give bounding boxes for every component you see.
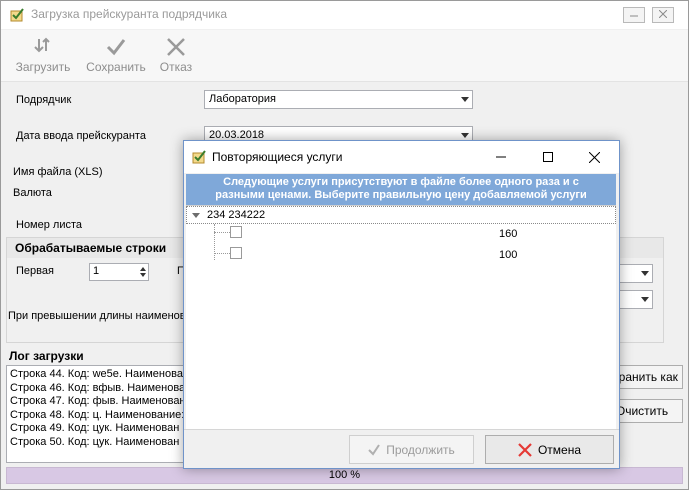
app-icon	[192, 150, 206, 164]
dialog-footer: Продолжить Отмена	[184, 429, 619, 468]
chevron-down-icon	[461, 133, 469, 138]
cancel-button[interactable]: Отмена	[485, 435, 614, 464]
banner-line-2: разными ценами. Выберите правильную цену…	[215, 189, 587, 201]
dialog-close-button[interactable]	[579, 147, 609, 167]
dialog-banner: Следующие услуги присутствуют в файле бо…	[186, 174, 616, 205]
log-title: Лог загрузки	[9, 349, 84, 363]
dialog-title: Повторяющиеся услуги	[212, 150, 343, 164]
chevron-down-icon	[641, 271, 649, 276]
close-icon	[588, 151, 600, 163]
first-row-stepper[interactable]: 1	[89, 263, 149, 281]
save-label: Сохранить	[86, 60, 146, 74]
checkmark-icon	[368, 443, 381, 456]
stepper-up-icon[interactable]	[140, 267, 146, 271]
dialog-minimize-button[interactable]	[486, 147, 516, 167]
cancel-toolbar-button[interactable]: Отказ	[157, 34, 195, 74]
tree-connector	[214, 224, 215, 260]
continue-label: Продолжить	[386, 442, 455, 457]
tree-group-name: 234 234222	[207, 209, 266, 221]
first-row-label: Первая	[16, 265, 54, 277]
progress-label: 100 %	[328, 469, 361, 481]
minimize-button[interactable]	[623, 7, 645, 23]
cross-icon	[167, 38, 185, 56]
banner-line-1: Следующие услуги присутствуют в файле бо…	[223, 176, 579, 188]
price-checkbox-2[interactable]	[230, 247, 242, 259]
load-button[interactable]: Загрузить	[13, 34, 73, 74]
stepper-down-icon[interactable]	[140, 273, 146, 277]
checkmark-icon	[106, 39, 126, 56]
contractor-label: Подрядчик	[16, 94, 72, 106]
duplicate-services-dialog: Повторяющиеся услуги Следующие услуги пр…	[183, 140, 620, 469]
first-row-value: 1	[93, 265, 100, 277]
tree-connector	[214, 232, 230, 233]
minimize-icon	[496, 156, 506, 158]
load-label: Загрузить	[15, 60, 71, 74]
close-icon	[658, 9, 668, 19]
date-label: Дата ввода прейскуранта	[16, 130, 146, 142]
cancel-icon	[518, 442, 532, 457]
contractor-value: Лаборатория	[209, 93, 276, 105]
clear-log-label: Очистить	[615, 404, 669, 418]
minimize-icon	[630, 15, 638, 17]
contractor-select[interactable]: Лаборатория	[204, 90, 473, 109]
chevron-down-icon	[461, 97, 469, 102]
dialog-titlebar: Повторяющиеся услуги	[184, 141, 619, 173]
price-value-2: 100	[499, 249, 518, 261]
tree-connector	[214, 253, 230, 254]
download-icon	[34, 37, 50, 53]
collapse-icon[interactable]	[192, 213, 200, 218]
cancel-label: Отмена	[537, 442, 582, 457]
services-tree: 234 234222 160 100	[186, 205, 616, 429]
tree-group-row[interactable]: 234 234222	[186, 206, 616, 224]
main-titlebar: Загрузка прейскуранта подрядчика	[1, 1, 688, 29]
cancel-toolbar-label: Отказ	[159, 60, 193, 74]
filename-label: Имя файла (XLS)	[13, 166, 103, 178]
price-value-1: 160	[499, 228, 518, 240]
overflow-label: При превышении длины наименова	[8, 310, 192, 322]
sheet-label: Номер листа	[16, 219, 83, 231]
maximize-icon	[543, 152, 553, 162]
progress-bar: 100 %	[6, 467, 683, 484]
main-title: Загрузка прейскуранта подрядчика	[31, 7, 228, 21]
price-checkbox-1[interactable]	[230, 226, 242, 238]
close-button[interactable]	[652, 7, 674, 23]
continue-button[interactable]: Продолжить	[349, 435, 474, 464]
save-button[interactable]: Сохранить	[85, 34, 147, 74]
app-icon	[10, 8, 24, 22]
chevron-down-icon	[641, 297, 649, 302]
dialog-maximize-button[interactable]	[533, 147, 563, 167]
currency-label: Валюта	[13, 187, 52, 199]
toolbar: Загрузить Сохранить Отказ	[1, 30, 688, 82]
